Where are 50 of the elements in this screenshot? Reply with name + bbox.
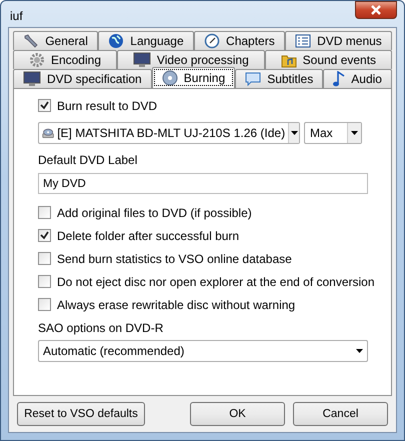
monitor-icon (23, 71, 42, 87)
checkbox-label: Always erase rewritable disc without warning (57, 298, 296, 312)
dvd-label-field[interactable]: My DVD (38, 173, 368, 194)
tab[interactable]: Encoding (13, 50, 117, 69)
checkbox-label: Delete folder after successful burn (57, 228, 240, 242)
globe-icon (108, 33, 124, 49)
checkbox[interactable] (38, 252, 51, 265)
tab[interactable]: DVD specification (13, 69, 152, 88)
tab[interactable]: Sound events (264, 50, 392, 69)
dialog-button[interactable]: OK (190, 402, 285, 426)
field-label: SAO options on DVD-R (38, 321, 164, 335)
monitor-icon (132, 52, 151, 68)
dropdown-arrow-icon (351, 131, 358, 135)
tab[interactable]: Burning (152, 67, 236, 88)
speech-bubble-icon (245, 71, 262, 87)
field-label: Default DVD Label (38, 153, 138, 167)
tab[interactable]: DVD menus (284, 31, 392, 50)
tab[interactable]: Subtitles (235, 69, 324, 88)
tab[interactable]: Language (98, 31, 194, 50)
disc-icon (162, 70, 178, 86)
speed-dropdown[interactable]: Max (304, 122, 362, 144)
checkbox-label: Add original files to DVD (if possible) (57, 206, 252, 220)
wrench-icon (23, 33, 40, 49)
checkbox-label: Burn result to DVD (57, 98, 158, 112)
tab[interactable]: Video processing (116, 50, 265, 69)
tab[interactable]: Audio (323, 69, 392, 88)
dropdown-arrow-icon (290, 131, 298, 135)
close-button[interactable] (355, 1, 397, 19)
sao-dropdown[interactable]: Automatic (recommended) (38, 340, 368, 362)
checkbox[interactable] (38, 229, 51, 242)
checkbox-label: Do not eject disc nor open explorer at the end of conversion (57, 274, 375, 288)
music-note-icon (333, 71, 346, 87)
dialog-button[interactable]: Reset to VSO defaults (17, 402, 145, 426)
drive-dropdown[interactable]: [E] MATSHITA BD-MLT UJ-210S 1.26 (Ide) (38, 122, 300, 144)
tab[interactable]: Chapters (194, 31, 285, 50)
checkbox[interactable] (38, 99, 51, 112)
dialog-button[interactable]: Cancel (293, 402, 388, 426)
close-icon (370, 5, 382, 15)
checkbox[interactable] (38, 298, 51, 311)
dropdown-button[interactable] (288, 123, 299, 143)
clock-icon (204, 33, 220, 49)
checkbox[interactable] (38, 275, 51, 288)
list-icon (295, 34, 312, 48)
window-title: iuf (9, 8, 23, 23)
checkbox-label: Send burn statistics to VSO online database (57, 252, 292, 266)
tab[interactable]: General (13, 31, 98, 50)
gear-icon (28, 52, 45, 68)
checkbox[interactable] (38, 206, 51, 219)
dropdown-button[interactable] (347, 123, 361, 143)
dropdown-arrow-icon (356, 349, 362, 353)
